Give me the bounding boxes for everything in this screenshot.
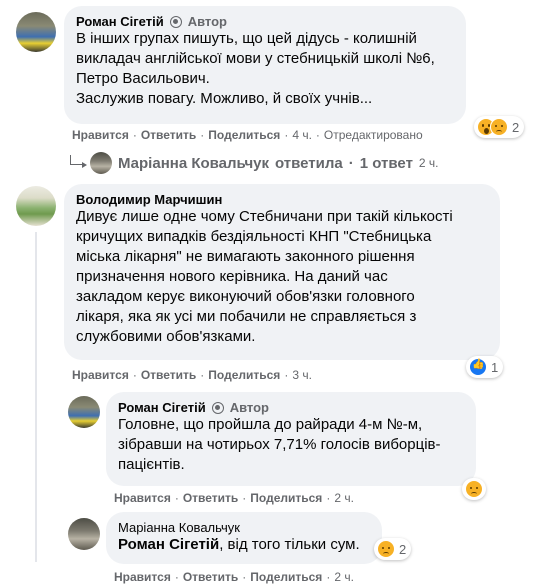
comment-author[interactable]: Володимир Марчишин <box>76 192 222 207</box>
replier-name: Маріанна Ковальчук <box>118 154 269 172</box>
comment-actions: Нравится · Ответить · Поделиться · 2 ч. <box>114 491 354 505</box>
comment-actions: Нравится · Ответить · Поделиться · 4 ч. … <box>72 128 423 142</box>
comment-text: Головне, що пройшла до райради 4-м №-м, … <box>118 415 464 475</box>
sad-reaction-icon <box>490 118 508 136</box>
comment-actions: Нравится · Ответить · Поделиться · 2 ч. <box>114 570 354 584</box>
comment-author[interactable]: Роман Сігетій <box>76 14 164 29</box>
author-badge: Автор <box>229 400 269 415</box>
comment-line: , від того тільки сум. <box>219 536 360 553</box>
comment-line: В інших групах пишуть, що цей дідусь - к… <box>76 30 417 47</box>
sad-reaction-icon <box>377 540 395 558</box>
reaction-summary[interactable]: 1 <box>466 356 504 378</box>
comment-line: викладач англійської мови у стебницькій … <box>76 50 435 67</box>
comment-actions: Нравится · Ответить · Поделиться · 3 ч. <box>72 368 312 382</box>
reaction-count: 2 <box>512 119 520 135</box>
comment-text: В інших групах пишуть, що цей дідусь - к… <box>76 29 454 109</box>
mention-link[interactable]: Роман Сігетій <box>118 536 219 553</box>
avatar <box>90 152 112 174</box>
author-badge-icon <box>211 401 224 414</box>
like-button[interactable]: Нравится <box>72 368 129 382</box>
share-button[interactable]: Поделиться <box>208 128 280 142</box>
like-button[interactable]: Нравится <box>114 570 171 584</box>
reply-button[interactable]: Ответить <box>141 368 196 382</box>
reaction-summary[interactable] <box>462 478 486 500</box>
comment-line: зібравши на чотирьох 7,71% голосів вибор… <box>118 436 441 453</box>
reply-bubble: Маріанна Ковальчук Роман Сігетій, від то… <box>106 512 382 564</box>
timestamp: 2 ч. <box>418 156 439 170</box>
like-button[interactable]: Нравится <box>72 128 129 142</box>
like-reaction-icon <box>469 358 487 376</box>
comment-line: Петро Васильович. <box>76 70 210 87</box>
view-replies-link[interactable]: Маріанна Ковальчук ответила · 1 ответ 2 … <box>70 152 439 174</box>
comment-line: призначення нового керівника. На даний ч… <box>76 268 388 285</box>
reply-button[interactable]: Ответить <box>183 491 238 505</box>
avatar[interactable] <box>16 186 56 226</box>
reply-arrow-icon <box>70 155 87 168</box>
comment-bubble: Володимир Марчишин Дивує лише одне чому … <box>64 184 500 360</box>
reaction-count: 1 <box>491 359 499 375</box>
timestamp[interactable]: 2 ч. <box>334 570 354 584</box>
comment-author[interactable]: Роман Сігетій <box>118 400 206 415</box>
author-badge: Автор <box>187 14 227 29</box>
share-button[interactable]: Поделиться <box>250 491 322 505</box>
comment-bubble: Роман Сігетій Автор В інших групах пишут… <box>64 6 466 124</box>
timestamp[interactable]: 4 ч. <box>292 128 312 142</box>
reply-button[interactable]: Ответить <box>183 570 238 584</box>
reaction-count: 2 <box>399 541 407 557</box>
comment-line: закладом керує виконуючий обов'язки голо… <box>76 288 415 305</box>
author-badge-icon <box>169 15 182 28</box>
comment-line: Головне, що пройшла до райради 4-м №-м, <box>118 416 423 433</box>
avatar[interactable] <box>68 396 100 428</box>
like-button[interactable]: Нравится <box>114 491 171 505</box>
comment-line: Заслужив повагу. Можливо, й своїх учнів.… <box>76 90 373 107</box>
comment-line: службовими обов'язками. <box>76 328 256 345</box>
replied-text: ответила <box>275 154 343 172</box>
timestamp[interactable]: 3 ч. <box>292 368 312 382</box>
comment-text: Дивує лише одне чому Стебничани при такі… <box>76 207 488 347</box>
comment-text: Роман Сігетій, від того тільки сум. <box>118 535 370 555</box>
edited-label: Отредактировано <box>323 128 423 142</box>
comment-line: лікаря, яка як усі ми побачили не справл… <box>76 308 417 325</box>
comment-line: кричущих випадків бездіяльності КНП "Сте… <box>76 228 432 245</box>
reply-button[interactable]: Ответить <box>141 128 196 142</box>
comment-author[interactable]: Маріанна Ковальчук <box>118 520 240 535</box>
reaction-summary[interactable]: 2 <box>374 538 412 560</box>
reaction-summary[interactable]: 2 <box>474 116 525 138</box>
comment-line: пацієнтів. <box>118 456 185 473</box>
reply-count: 1 ответ <box>359 154 413 172</box>
share-button[interactable]: Поделиться <box>250 570 322 584</box>
avatar[interactable] <box>16 12 56 52</box>
avatar[interactable] <box>68 518 100 550</box>
comment-line: Дивує лише одне чому Стебничани при такі… <box>76 208 453 225</box>
reply-bubble: Роман Сігетій Автор Головне, що пройшла … <box>106 392 476 486</box>
thread-line <box>35 232 37 562</box>
sad-reaction-icon <box>465 480 483 498</box>
share-button[interactable]: Поделиться <box>208 368 280 382</box>
comment-line: міська лікарня" не вимагають законного р… <box>76 248 415 265</box>
timestamp[interactable]: 2 ч. <box>334 491 354 505</box>
